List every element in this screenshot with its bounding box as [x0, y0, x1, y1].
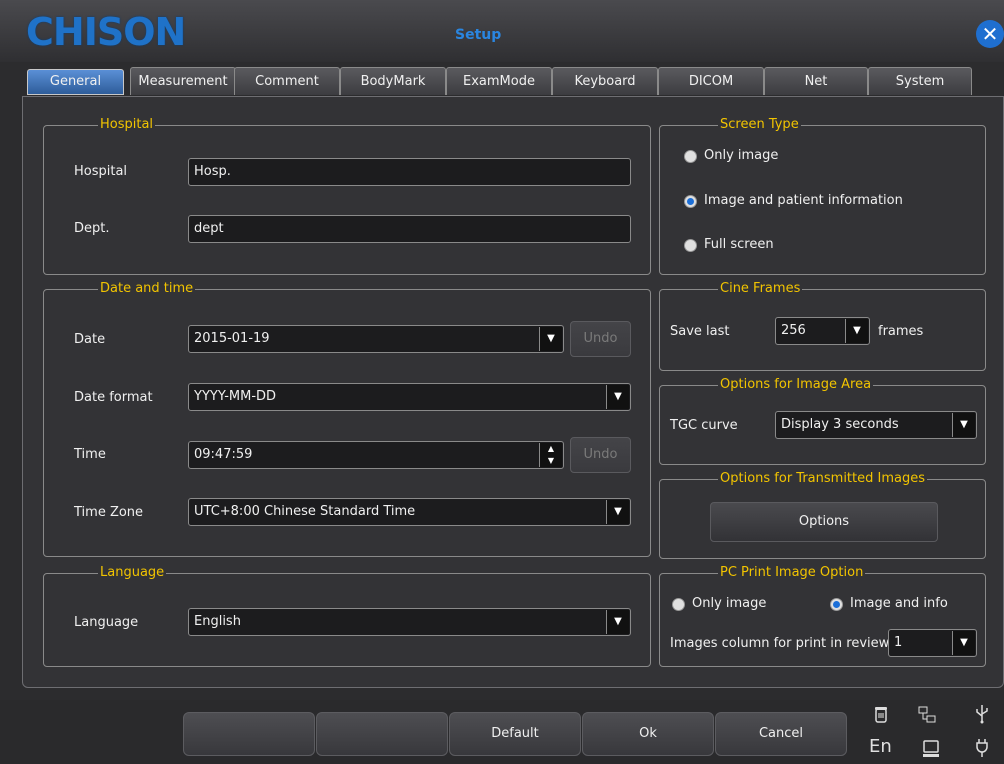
print-column-label: Images column for print in review [670, 636, 890, 651]
transmitted-options-button[interactable]: Options [710, 502, 938, 542]
ok-button[interactable]: Ok [582, 712, 714, 756]
save-last-label: Save last [670, 324, 730, 339]
time-down-icon[interactable]: ▼ [540, 455, 562, 467]
image-area-group-title: Options for Image Area [718, 377, 874, 393]
power-plug-icon [974, 738, 990, 762]
language-label: Language [74, 615, 139, 630]
tab-keyboard[interactable]: Keyboard [552, 67, 658, 95]
date-time-group: Date and time Date 2015-01-19 ▼ Undo Dat… [43, 281, 651, 557]
transmitted-images-group: Options for Transmitted Images Options [659, 471, 986, 559]
title-bar: CHISON Setup ✕ [0, 0, 1004, 62]
language-value: English [194, 614, 241, 629]
cine-frames-select[interactable]: 256 ▼ [775, 317, 870, 345]
date-time-group-title: Date and time [98, 281, 196, 297]
language-group: Language Language English ▼ [43, 565, 651, 667]
date-format-label: Date format [74, 390, 153, 405]
date-value: 2015-01-19 [194, 331, 270, 346]
cine-frames-group: Cine Frames Save last 256 ▼ frames [659, 281, 986, 371]
tab-net[interactable]: Net [764, 67, 868, 95]
pc-print-group: PC Print Image Option Only image Image a… [659, 565, 986, 667]
tab-general[interactable]: General [27, 69, 124, 95]
date-format-dropdown-icon[interactable]: ▼ [606, 385, 629, 409]
screen-type-image-patient-radio[interactable] [684, 195, 697, 208]
chison-logo: CHISON [26, 10, 186, 54]
tab-bodymark[interactable]: BodyMark [340, 67, 446, 95]
cine-frames-group-title: Cine Frames [718, 281, 803, 297]
tab-exammode[interactable]: ExamMode [446, 67, 552, 95]
cancel-button[interactable]: Cancel [715, 712, 847, 756]
screen-type-group: Screen Type Only image Image and patient… [659, 117, 986, 275]
blank-button-1[interactable] [183, 712, 315, 756]
pc-print-only-image-radio[interactable] [672, 598, 685, 611]
network-icon [918, 706, 936, 728]
screen-type-full-screen-radio[interactable] [684, 239, 697, 252]
pc-print-image-info-radio[interactable] [830, 598, 843, 611]
hospital-group-title: Hospital [98, 117, 156, 133]
pc-print-group-title: PC Print Image Option [718, 565, 866, 581]
computer-icon [922, 740, 940, 762]
time-zone-dropdown-icon[interactable]: ▼ [606, 500, 629, 524]
tab-bar: General Measurement Comment BodyMark Exa… [22, 67, 984, 97]
tab-system[interactable]: System [868, 67, 972, 95]
frames-unit-label: frames [878, 324, 924, 339]
tgc-curve-dropdown-icon[interactable]: ▼ [952, 413, 975, 437]
time-label: Time [74, 447, 106, 462]
window-title: Setup [455, 27, 502, 43]
close-button[interactable]: ✕ [976, 20, 1004, 48]
date-dropdown-icon[interactable]: ▼ [539, 327, 562, 351]
tab-dicom[interactable]: DICOM [658, 67, 764, 95]
tgc-curve-select[interactable]: Display 3 seconds ▼ [775, 411, 977, 439]
date-format-select[interactable]: YYYY-MM-DD ▼ [188, 383, 631, 411]
screen-type-only-image-label: Only image [704, 148, 779, 163]
time-zone-label: Time Zone [74, 505, 144, 520]
recycle-bin-icon[interactable] [873, 706, 889, 728]
time-spinner: ▲ ▼ [539, 443, 562, 467]
date-input[interactable]: 2015-01-19 ▼ [188, 325, 564, 353]
screen-type-image-patient-label: Image and patient information [704, 193, 903, 208]
date-format-value: YYYY-MM-DD [194, 389, 277, 404]
screen-type-full-screen-label: Full screen [704, 237, 774, 252]
settings-panel: Hospital Hospital Hosp. Dept. dept Date … [22, 96, 1004, 688]
cine-frames-value: 256 [781, 323, 806, 338]
hospital-group: Hospital Hospital Hosp. Dept. dept [43, 117, 651, 275]
tgc-curve-value: Display 3 seconds [781, 417, 899, 432]
tab-comment[interactable]: Comment [234, 67, 340, 95]
blank-button-2[interactable] [316, 712, 448, 756]
language-group-title: Language [98, 565, 167, 581]
language-status-text: En [869, 736, 892, 757]
bottom-bar: Default Ok Cancel En [0, 700, 1004, 764]
transmitted-images-group-title: Options for Transmitted Images [718, 471, 927, 487]
print-column-dropdown-icon[interactable]: ▼ [952, 631, 975, 655]
time-value: 09:47:59 [194, 447, 253, 462]
tgc-curve-label: TGC curve [670, 418, 738, 433]
screen-type-only-image-radio[interactable] [684, 150, 697, 163]
time-input[interactable]: 09:47:59 ▲ ▼ [188, 441, 564, 469]
pc-print-image-info-label: Image and info [850, 596, 948, 611]
language-select[interactable]: English ▼ [188, 608, 631, 636]
pc-print-only-image-label: Only image [692, 596, 767, 611]
time-up-icon[interactable]: ▲ [540, 443, 562, 455]
date-undo-button[interactable]: Undo [570, 321, 631, 357]
usb-icon [974, 704, 990, 729]
dept-label: Dept. [74, 221, 110, 236]
dept-input[interactable]: dept [188, 215, 631, 243]
image-area-group: Options for Image Area TGC curve Display… [659, 377, 986, 465]
date-label: Date [74, 332, 106, 347]
cine-frames-dropdown-icon[interactable]: ▼ [845, 319, 868, 343]
tab-measurement[interactable]: Measurement [130, 67, 236, 95]
time-zone-value: UTC+8:00 Chinese Standard Time [194, 504, 416, 519]
hospital-input[interactable]: Hosp. [188, 158, 631, 186]
time-zone-select[interactable]: UTC+8:00 Chinese Standard Time ▼ [188, 498, 631, 526]
language-dropdown-icon[interactable]: ▼ [606, 610, 629, 634]
default-button[interactable]: Default [449, 712, 581, 756]
time-undo-button[interactable]: Undo [570, 437, 631, 473]
screen-type-group-title: Screen Type [718, 117, 801, 133]
hospital-label: Hospital [74, 164, 128, 179]
print-column-value: 1 [894, 635, 903, 650]
print-column-select[interactable]: 1 ▼ [888, 629, 977, 657]
